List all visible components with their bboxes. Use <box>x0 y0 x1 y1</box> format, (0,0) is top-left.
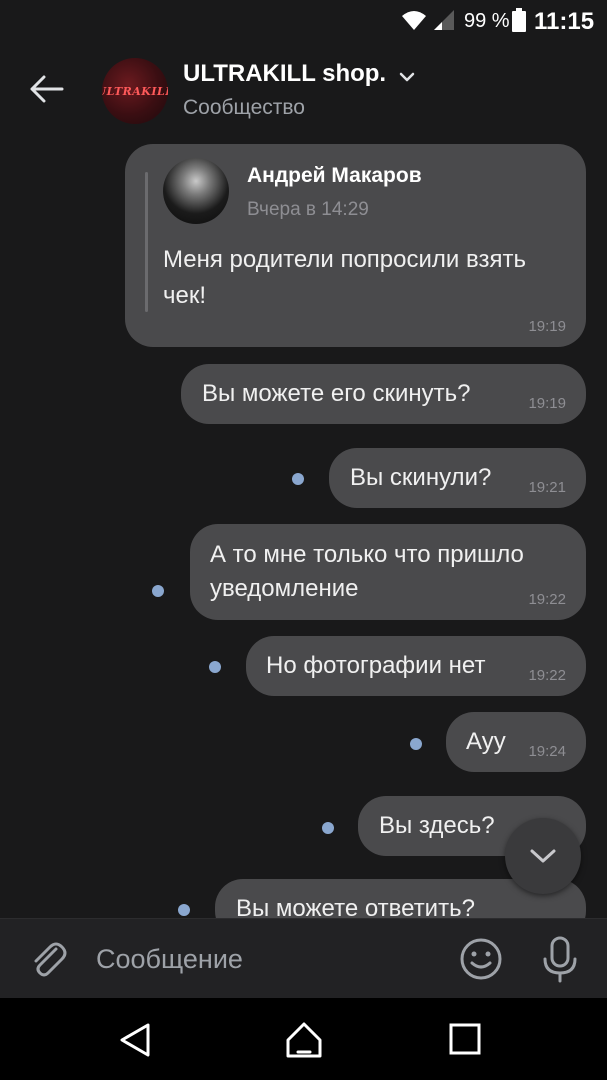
message-text: Вы здесь? <box>379 812 495 839</box>
wifi-icon <box>402 11 426 30</box>
message-text: А то мне только что пришло уведомление <box>210 541 524 602</box>
message-list[interactable]: Андрей Макаров Вчера в 14:29 Меня родите… <box>0 140 607 918</box>
chat-title: ULTRAKILL shop. <box>183 60 387 87</box>
unread-dot <box>178 904 190 916</box>
message-bubble[interactable]: Но фотографии нет 19:22 <box>246 636 586 696</box>
message-text: Ауу <box>466 728 506 755</box>
forward-indicator-line <box>145 172 148 312</box>
forwarded-author-name[interactable]: Андрей Макаров <box>247 164 422 188</box>
battery-percent: 99 % <box>464 10 510 32</box>
message-text: Вы скинули? <box>350 464 492 491</box>
back-button[interactable] <box>22 64 72 114</box>
clock: 11:15 <box>534 8 595 35</box>
message-time: 19:19 <box>528 395 566 412</box>
forwarded-date: Вчера в 14:29 <box>247 199 369 220</box>
message-bubble[interactable]: Ауу 19:24 <box>446 712 586 772</box>
forwarded-text: Меня родители попросили взять чек! <box>163 246 526 309</box>
chat-header: ULTRAKILL ULTRAKILL shop. Сообщество <box>0 44 607 140</box>
unread-dot <box>152 585 164 597</box>
chevron-down-icon <box>399 72 414 82</box>
nav-home-icon[interactable] <box>284 1020 324 1060</box>
chevron-down-icon <box>530 849 556 863</box>
unread-dot <box>322 822 334 834</box>
microphone-icon[interactable] <box>540 935 580 983</box>
message-text: Вы можете ответить? <box>236 895 475 918</box>
forwarded-message-bubble[interactable]: Андрей Макаров Вчера в 14:29 Меня родите… <box>125 144 586 347</box>
message-text: Но фотографии нет <box>266 652 486 679</box>
unread-dot <box>209 661 221 673</box>
chat-title-block[interactable]: ULTRAKILL shop. Сообщество <box>183 60 417 120</box>
message-time: 19:22 <box>528 667 566 684</box>
community-avatar[interactable]: ULTRAKILL <box>102 58 168 124</box>
message-bubble[interactable]: Вы скинули? 19:21 <box>329 448 586 508</box>
nav-recent-apps-icon[interactable] <box>448 1022 482 1056</box>
status-bar: 99 % 11:15 <box>0 0 607 44</box>
avatar-logo-text: ULTRAKILL <box>102 84 168 98</box>
message-bubble[interactable]: Вы можете его скинуть? 19:19 <box>181 364 586 424</box>
signal-icon <box>434 10 454 30</box>
unread-dot <box>410 738 422 750</box>
battery-icon <box>512 8 526 32</box>
message-time: 19:21 <box>528 479 566 496</box>
message-time: 19:24 <box>528 743 566 760</box>
paperclip-icon[interactable] <box>26 937 70 981</box>
message-input[interactable] <box>96 941 426 977</box>
scroll-to-bottom-button[interactable] <box>505 818 581 894</box>
smile-icon[interactable] <box>459 937 503 981</box>
unread-dot <box>292 473 304 485</box>
arrow-left-icon <box>30 75 64 103</box>
message-time: 19:19 <box>528 318 566 335</box>
message-time: 19:22 <box>528 591 566 608</box>
forwarded-author-avatar[interactable] <box>163 158 229 224</box>
system-navigation-bar <box>0 998 607 1080</box>
nav-back-icon[interactable] <box>118 1022 154 1058</box>
message-composer <box>0 918 607 998</box>
message-bubble[interactable]: А то мне только что пришло уведомление 1… <box>190 524 586 620</box>
chat-subtitle: Сообщество <box>183 96 305 119</box>
message-text: Вы можете его скинуть? <box>202 380 471 407</box>
